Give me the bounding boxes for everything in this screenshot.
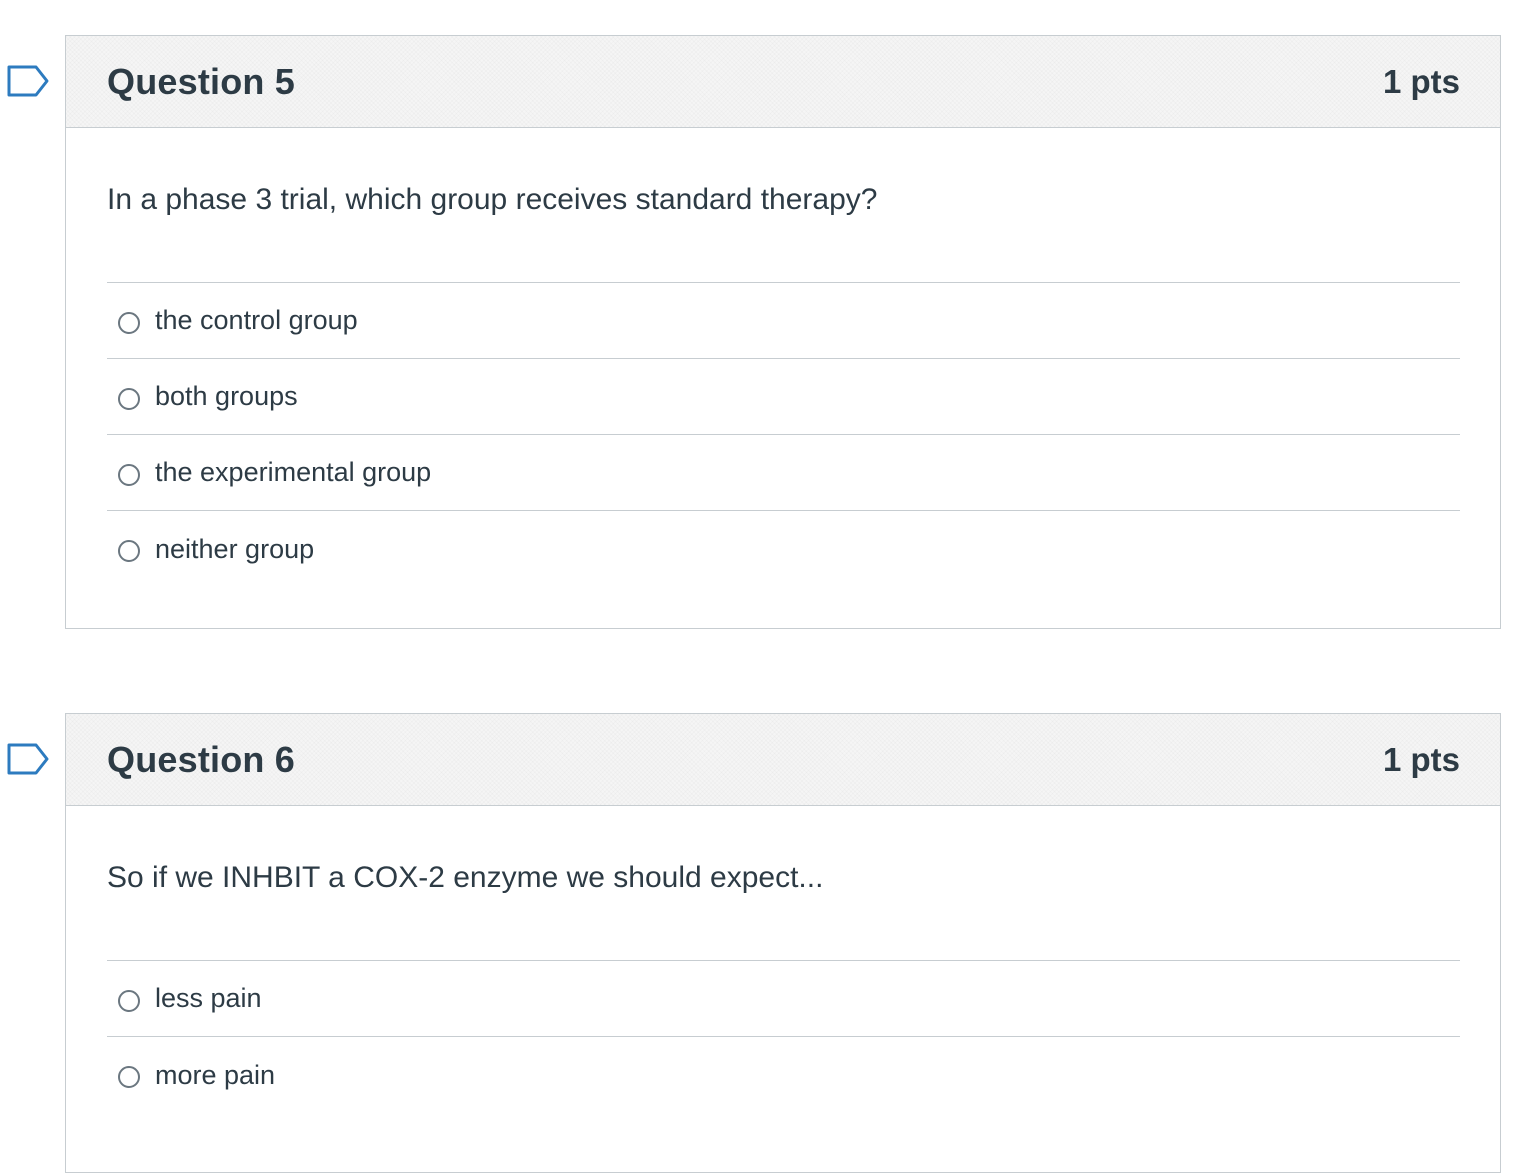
answer-label[interactable]: the experimental group [155, 457, 431, 488]
question-text: In a phase 3 trial, which group receives… [107, 128, 1460, 283]
radio-unselected-icon[interactable] [118, 463, 140, 486]
answer-label[interactable]: the control group [155, 305, 358, 336]
radio-unselected-icon[interactable] [118, 387, 140, 410]
question-5-card: Question 5 1 pts In a phase 3 trial, whi… [7, 35, 1501, 629]
answer-option[interactable]: less pain [107, 961, 1460, 1037]
answer-label[interactable]: more pain [155, 1060, 275, 1091]
question-text: So if we INHBIT a COX-2 enzyme we should… [107, 806, 1460, 961]
answer-option[interactable]: the control group [107, 283, 1460, 359]
answer-label[interactable]: less pain [155, 983, 262, 1014]
flag-question-6-icon[interactable] [6, 742, 50, 776]
answer-label[interactable]: both groups [155, 381, 298, 412]
question-body: So if we INHBIT a COX-2 enzyme we should… [66, 806, 1500, 1113]
radio-unselected-icon[interactable] [118, 1066, 140, 1088]
answer-list: less pain more pain [107, 961, 1460, 1113]
question-6-card: Question 6 1 pts So if we INHBIT a COX-2… [7, 713, 1501, 1173]
radio-unselected-icon[interactable] [118, 311, 140, 334]
question-header: Question 5 1 pts [66, 36, 1500, 128]
radio-unselected-icon[interactable] [118, 989, 140, 1012]
question-header: Question 6 1 pts [66, 714, 1500, 806]
answer-option[interactable]: both groups [107, 359, 1460, 435]
answer-option[interactable]: neither group [107, 511, 1460, 587]
radio-unselected-icon[interactable] [118, 540, 140, 562]
question-points: 1 pts [1382, 62, 1460, 100]
question-title: Question 6 [107, 738, 296, 780]
question-title: Question 5 [107, 60, 296, 102]
answer-label[interactable]: neither group [155, 534, 314, 565]
question-body: In a phase 3 trial, which group receives… [66, 128, 1500, 587]
question-points: 1 pts [1382, 740, 1460, 778]
answer-option[interactable]: more pain [107, 1037, 1460, 1113]
answer-option[interactable]: the experimental group [107, 435, 1460, 511]
answer-list: the control group both groups the experi… [107, 283, 1460, 587]
flag-question-5-icon[interactable] [6, 64, 50, 98]
